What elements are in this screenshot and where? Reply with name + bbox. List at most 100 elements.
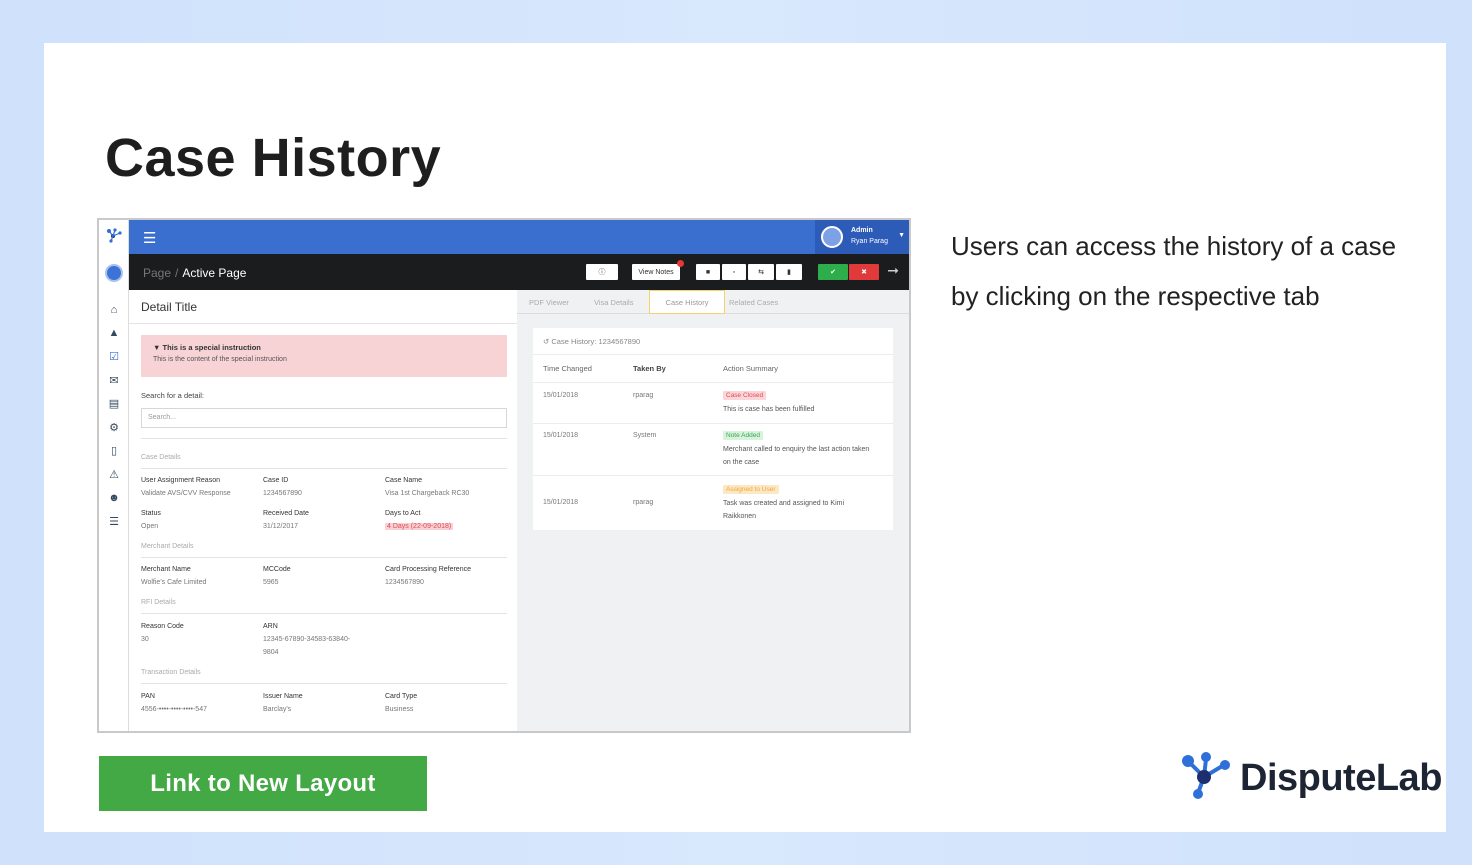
- document-icon[interactable]: ▮: [776, 264, 802, 280]
- caret-down-icon: ▼: [898, 232, 905, 239]
- field-value: 30: [141, 636, 149, 643]
- divider: [141, 468, 507, 469]
- link-to-new-layout-button[interactable]: Link to New Layout: [99, 756, 427, 811]
- brand-logo: DisputeLab: [1178, 749, 1442, 808]
- field-label: Days to Act: [385, 510, 421, 517]
- reject-button[interactable]: ✖: [849, 264, 879, 280]
- field-label: Case ID: [263, 477, 289, 484]
- field-value: 5965: [263, 579, 279, 586]
- arrow-right-icon[interactable]: ➞: [887, 262, 899, 279]
- transfer-icon[interactable]: ⇆: [748, 264, 774, 280]
- field-value: 1234567890: [385, 579, 424, 586]
- row-taken-by: rparag: [633, 499, 654, 506]
- tab-bar: PDF Viewer Visa Details Case History Rel…: [517, 290, 909, 314]
- field-label: MCCode: [263, 566, 291, 573]
- view-notes-button[interactable]: View Notes: [632, 260, 684, 280]
- slide-description: Users can access the history of a case b…: [951, 231, 1397, 311]
- search-label: Search for a detail:: [141, 391, 204, 400]
- field-label: Merchant Name: [141, 566, 191, 573]
- case-history-card: ↺ Case History: 1234567890 Time Changed …: [533, 328, 893, 530]
- search-input[interactable]: Search...: [141, 408, 507, 428]
- column-header: Action Summary: [723, 364, 779, 373]
- top-bar: ☰ Admin Ryan Parag ▼: [129, 220, 909, 254]
- rail-avatar[interactable]: [105, 264, 123, 282]
- brand-name: DisputeLab: [1240, 757, 1442, 799]
- field-label: Status: [141, 510, 161, 517]
- field-value: Wolfie's Cafe Limited: [141, 579, 207, 586]
- field-label: Card Type: [385, 693, 418, 700]
- mail-icon[interactable]: ✉: [99, 369, 129, 393]
- breadcrumb: Page / Active Page: [143, 266, 246, 280]
- detail-title: Detail Title: [141, 300, 198, 314]
- field-value: 1234567890: [263, 490, 302, 497]
- row-summary: Task was created and assigned to Kimi Ra…: [723, 500, 845, 520]
- divider: [141, 557, 507, 558]
- tab-pdf-viewer[interactable]: PDF Viewer: [529, 298, 569, 307]
- divider: [533, 354, 893, 355]
- field-value: Barclay's: [263, 706, 292, 713]
- app-screenshot: ⌂ ▲ ☑ ✉ ▤ ⚙ ▯ ⚠ ☻ ☰ ☰ Admin Ryan Parag ▼: [97, 218, 911, 733]
- stop-icon[interactable]: ■: [696, 264, 720, 280]
- special-instruction-body: This is the content of the special instr…: [153, 356, 287, 363]
- gear-icon[interactable]: ⚙: [99, 416, 129, 440]
- field-label: PAN: [141, 693, 155, 700]
- section-rfi-details: RFI Details: [141, 599, 176, 606]
- help-button[interactable]: ⓘ: [586, 264, 618, 280]
- row-taken-by: System: [633, 432, 657, 439]
- row-time: 15/01/2018: [543, 432, 579, 439]
- row-time: 15/01/2018: [543, 392, 579, 399]
- status-badge: Case Closed: [723, 391, 767, 400]
- case-history-header: Case History: 1234567890: [551, 337, 641, 346]
- tab-related-cases[interactable]: Related Cases: [729, 298, 778, 307]
- special-instruction-title: This is a special instruction: [162, 343, 261, 352]
- caret-down-icon: ▼: [153, 343, 163, 352]
- section-transaction-details: Transaction Details: [141, 669, 201, 676]
- special-instruction[interactable]: ▼ This is a special instruction This is …: [141, 335, 507, 377]
- breadcrumb-separator: /: [175, 266, 179, 280]
- status-badge: Assigned to User: [723, 485, 779, 494]
- checkbox-icon[interactable]: ☑: [99, 345, 129, 369]
- field-value: Visa 1st Chargeback RC30: [385, 490, 470, 497]
- page-title: Case History: [105, 128, 442, 188]
- field-value: 9804: [263, 649, 279, 656]
- notification-dot: [677, 260, 684, 267]
- view-notes-label: View Notes: [638, 268, 674, 276]
- field-value: Business: [385, 706, 414, 713]
- card-icon[interactable]: ▤: [99, 392, 129, 416]
- warning-icon[interactable]: ⚠: [99, 463, 129, 487]
- tab-case-history[interactable]: Case History: [649, 290, 725, 314]
- field-value: 31/12/2017: [263, 523, 299, 530]
- divider: [533, 382, 893, 383]
- breadcrumb-current: Active Page: [182, 266, 247, 280]
- section-case-details: Case Details: [141, 454, 181, 461]
- list-icon[interactable]: ☰: [99, 510, 129, 534]
- field-label: Issuer Name: [263, 693, 303, 700]
- users-icon[interactable]: ☻: [99, 486, 129, 510]
- divider: [141, 613, 507, 614]
- field-value: 4556-••••-••••-••••-547: [141, 706, 207, 713]
- field-label: ARN: [263, 623, 278, 630]
- user-role: Admin: [851, 227, 873, 234]
- app-logo-icon: [106, 228, 122, 246]
- tabs-panel: PDF Viewer Visa Details Case History Rel…: [517, 290, 909, 731]
- field-value: Open: [141, 523, 159, 530]
- breadcrumb-parent[interactable]: Page: [143, 266, 171, 280]
- hamburger-menu-icon[interactable]: ☰: [143, 229, 156, 247]
- row-summary: Merchant called to enquiry the last acti…: [723, 446, 870, 466]
- action-bar: Page / Active Page ⓘ View Notes ■ ▫ ⇆ ▮ ✔ …: [129, 254, 909, 290]
- divider: [533, 423, 893, 424]
- home-icon[interactable]: ⌂: [99, 298, 129, 322]
- field-label: User Assignment Reason: [141, 477, 220, 484]
- inbox-icon[interactable]: ▫: [722, 264, 746, 280]
- tab-visa-details[interactable]: Visa Details: [594, 298, 633, 307]
- bank-icon[interactable]: ▲: [99, 322, 129, 346]
- divider: [141, 683, 507, 684]
- row-time: 15/01/2018: [543, 499, 579, 506]
- approve-button[interactable]: ✔: [818, 264, 848, 280]
- slide: Case History ⌂ ▲ ☑ ✉ ▤ ⚙ ▯ ⚠ ☻ ☰ ☰ Admin…: [44, 43, 1446, 832]
- file-icon[interactable]: ▯: [99, 439, 129, 463]
- row-summary: This is case has been fulfilled: [723, 406, 815, 413]
- field-value: 12345-67890-34583-63840-: [263, 636, 351, 643]
- user-menu[interactable]: Admin Ryan Parag ▼: [815, 220, 909, 254]
- user-avatar: [821, 226, 843, 248]
